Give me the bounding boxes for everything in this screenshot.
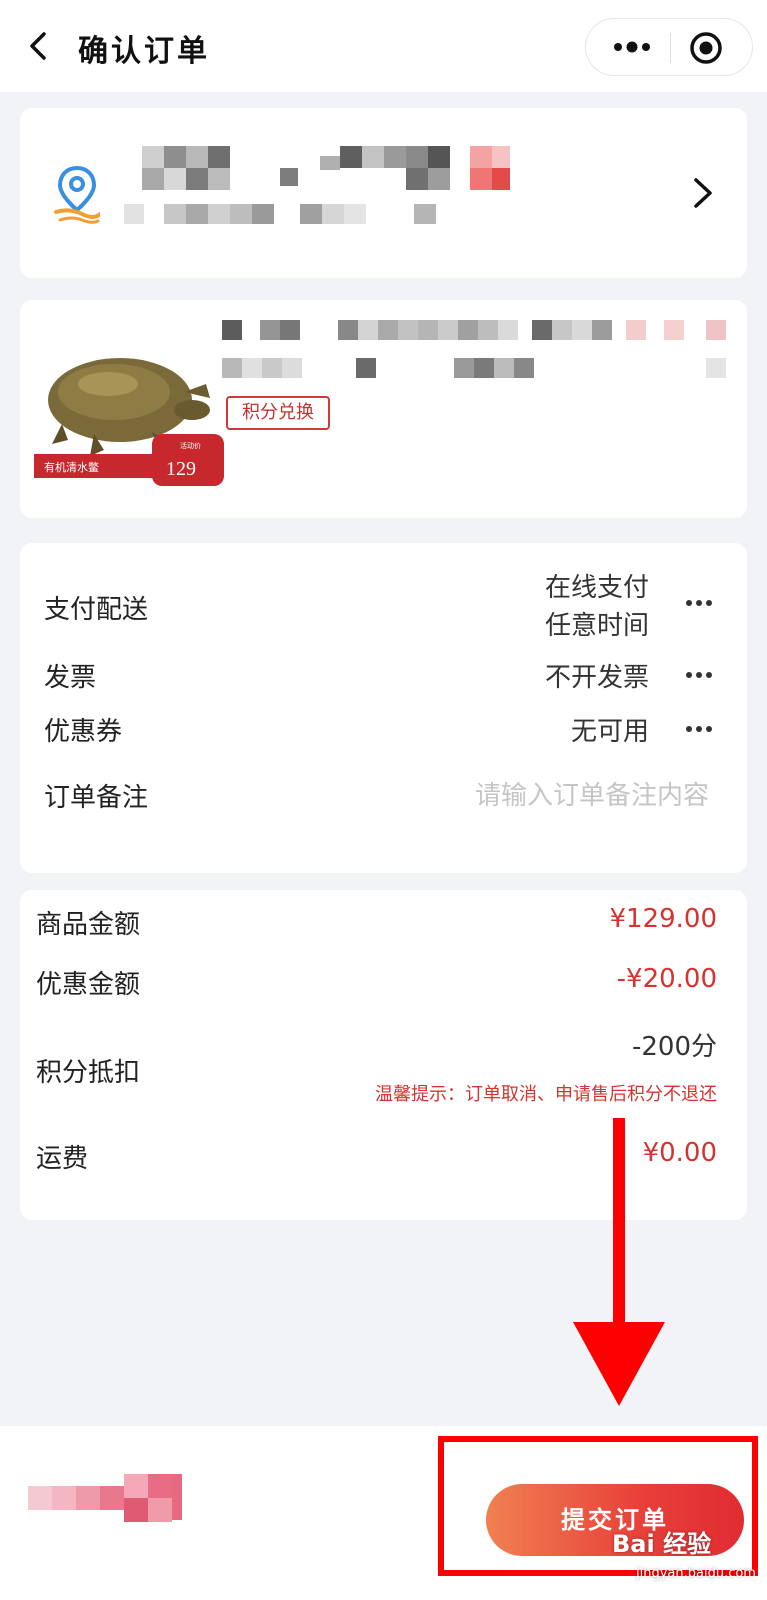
blurred-address-detail xyxy=(124,204,454,226)
shipping-label: 运费 xyxy=(36,1144,89,1174)
order-note-label: 订单备注 xyxy=(44,783,149,813)
discount-amount-value: -¥20.00 xyxy=(616,964,717,994)
invoice-label: 发票 xyxy=(44,663,97,693)
payment-method-value: 在线支付 xyxy=(544,573,649,603)
more-dots-icon[interactable] xyxy=(684,665,714,685)
watermark-url: jingyan.baidu.com xyxy=(636,1566,756,1581)
coupon-label: 优惠券 xyxy=(44,717,123,747)
goods-amount-value: ¥129.00 xyxy=(609,904,717,934)
blurred-recipient-name xyxy=(124,146,524,192)
coupon-row[interactable]: 优惠券 无可用 xyxy=(20,711,747,751)
invoice-value: 不开发票 xyxy=(544,663,649,693)
discount-amount-label: 优惠金额 xyxy=(36,970,141,1000)
target-circle-icon[interactable] xyxy=(688,30,724,66)
delivery-time-value: 任意时间 xyxy=(544,611,649,641)
more-dots-icon[interactable] xyxy=(604,29,660,65)
navigation-bar: 确认订单 xyxy=(0,0,767,92)
image-badge-label: 活动价 xyxy=(180,441,201,450)
points-redeem-tag: 积分兑换 xyxy=(226,396,330,430)
blurred-total-price xyxy=(28,1474,188,1522)
chevron-left-icon[interactable] xyxy=(22,28,58,64)
payment-delivery-row[interactable]: 支付配送 在线支付 任意时间 xyxy=(20,565,747,649)
amount-summary-card: 商品金额 ¥129.00 优惠金额 -¥20.00 积分抵扣 -200分 温馨提… xyxy=(20,890,747,1220)
order-note-input[interactable]: 请输入订单备注内容 xyxy=(475,775,709,812)
chevron-right-icon[interactable] xyxy=(688,174,718,212)
payment-delivery-label: 支付配送 xyxy=(44,595,149,625)
watermark-logo: Bai 经验 xyxy=(612,1530,712,1558)
mini-program-capsule xyxy=(585,18,753,76)
product-image[interactable]: 有机清水鳖 活动价 129 xyxy=(34,322,224,490)
page-title: 确认订单 xyxy=(78,34,210,69)
shipping-value: ¥0.00 xyxy=(642,1138,717,1168)
annotation-arrow-down-icon xyxy=(573,1322,665,1406)
capsule-divider xyxy=(670,33,671,63)
order-options-card: 支付配送 在线支付 任意时间 发票 不开发票 优惠券 无可用 订单备注 请输入订… xyxy=(20,543,747,873)
turtle-illustration: 有机清水鳖 活动价 129 xyxy=(34,358,224,486)
product-card[interactable]: 有机清水鳖 活动价 129 积分兑换 xyxy=(20,300,747,518)
image-banner-text: 有机清水鳖 xyxy=(44,460,99,474)
invoice-row[interactable]: 发票 不开发票 xyxy=(20,657,747,697)
blurred-product-name xyxy=(222,320,732,382)
annotation-arrow-shaft xyxy=(613,1118,625,1338)
coupon-value: 无可用 xyxy=(570,717,649,747)
more-dots-icon[interactable] xyxy=(684,719,714,739)
order-note-row[interactable]: 订单备注 请输入订单备注内容 xyxy=(20,775,747,819)
more-dots-icon[interactable] xyxy=(684,593,714,613)
points-deduction-label: 积分抵扣 xyxy=(36,1058,141,1088)
address-card[interactable] xyxy=(20,108,747,278)
goods-amount-label: 商品金额 xyxy=(36,910,141,940)
points-deduction-value: -200分 xyxy=(631,1032,717,1062)
image-price: 129 xyxy=(166,458,196,480)
points-refund-tip: 温馨提示：订单取消、申请售后积分不退还 xyxy=(375,1084,717,1105)
location-pin-icon xyxy=(54,165,100,224)
